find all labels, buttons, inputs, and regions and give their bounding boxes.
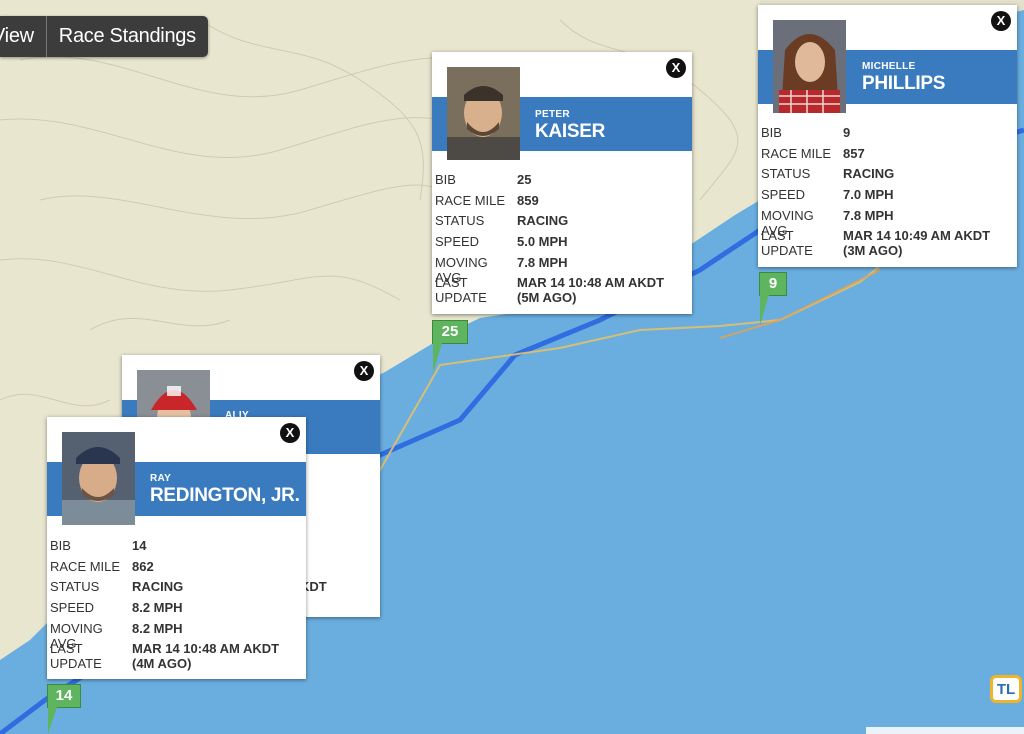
status-value: RACING: [132, 579, 184, 595]
bib-label: BIB: [50, 538, 71, 553]
musher-photo: [773, 20, 846, 113]
map-attribution: [866, 727, 1024, 734]
status-label: STATUS: [761, 166, 811, 182]
speed-value: 5.0 MPH: [517, 234, 568, 250]
marker-pole: [433, 343, 442, 373]
musher-first-name: PETER: [535, 109, 570, 120]
race-mile-value: 857: [843, 145, 865, 161]
close-icon[interactable]: X: [354, 361, 374, 381]
last-update-ago: (3M AGO): [843, 243, 903, 259]
marker-pole: [48, 707, 57, 734]
moving-avg-value: 7.8 MPH: [843, 207, 894, 223]
musher-photo: [447, 67, 520, 160]
close-icon[interactable]: X: [280, 423, 300, 443]
last-update-label: LAST UPDATE: [761, 228, 813, 259]
musher-last-name: REDINGTON, JR.: [150, 485, 300, 506]
race-mile-value: 859: [517, 192, 539, 208]
bib-value: 9: [843, 125, 851, 140]
speed-label: SPEED: [761, 187, 806, 203]
last-update-time: MAR 14 10:48 AM AKDT: [132, 641, 280, 657]
musher-card-phillips: X MICHELLE PHILLIPS BIB 9 RACE MILE 857 ST…: [758, 5, 1017, 267]
race-mile-label: RACE MILE: [761, 145, 832, 161]
map-toolbar: View Race Standings: [0, 16, 208, 57]
musher-first-name: MICHELLE: [862, 61, 916, 72]
bib-value: 14: [132, 538, 147, 553]
last-update-label: LAST UPDATE: [435, 275, 487, 306]
speed-label: SPEED: [435, 234, 480, 250]
last-update-time: MAR 14 10:48 AM AKDT: [517, 275, 665, 291]
race-standings-button[interactable]: Race Standings: [47, 16, 208, 57]
musher-last-name: KAISER: [535, 121, 605, 142]
status-label: STATUS: [435, 213, 485, 229]
musher-card-kaiser: X PETER KAISER BIB 25 RACE MILE 859 STATUS…: [432, 52, 692, 314]
moving-avg-value: 7.8 MPH: [517, 254, 568, 270]
close-icon[interactable]: X: [666, 58, 686, 78]
bib-label: BIB: [435, 172, 456, 187]
speed-label: SPEED: [50, 600, 95, 616]
race-mile-label: RACE MILE: [435, 192, 506, 208]
speed-value: 7.0 MPH: [843, 187, 894, 203]
musher-first-name: RAY: [150, 473, 172, 484]
musher-marker-25[interactable]: 25: [432, 320, 468, 344]
marker-pole: [760, 295, 769, 325]
musher-stats: BIB 25 RACE MILE 859 STATUS RACING SPEED 5.0…: [435, 172, 664, 305]
race-mile-label: RACE MILE: [50, 558, 121, 574]
status-label: STATUS: [50, 579, 100, 595]
status-value: RACING: [843, 166, 895, 182]
musher-stats: BIB 9 RACE MILE 857 STATUS RACING SPEED 7.0 …: [761, 125, 990, 258]
musher-last-name: PHILLIPS: [862, 73, 946, 94]
speed-value: 8.2 MPH: [132, 600, 183, 616]
musher-photo: [62, 432, 135, 525]
last-update-value: MAR 14 10:49 AM AKDT (3M AGO): [843, 228, 990, 258]
musher-marker-14[interactable]: 14: [47, 684, 81, 708]
bib-label: BIB: [761, 125, 782, 140]
trackleaders-logo[interactable]: TL: [990, 675, 1022, 703]
last-update-ago: (5M AGO): [517, 290, 577, 306]
view-button[interactable]: View: [0, 16, 47, 57]
last-update-label: LAST UPDATE: [50, 641, 102, 672]
last-update-time: MAR 14 10:49 AM AKDT: [843, 228, 991, 244]
status-value: RACING: [517, 213, 569, 229]
last-update-value: MAR 14 10:48 AM AKDT (5M AGO): [517, 275, 664, 305]
musher-card-redington: X RAY REDINGTON, JR. BIB 14 RACE MILE 862 …: [47, 417, 306, 679]
last-update-ago: (4M AGO): [132, 656, 192, 672]
musher-stats: BIB 14 RACE MILE 862 STATUS RACING SPEED 8.2…: [50, 538, 279, 671]
close-icon[interactable]: X: [991, 11, 1011, 31]
last-update-value: MAR 14 10:48 AM AKDT (4M AGO): [132, 641, 279, 671]
race-mile-value: 862: [132, 558, 154, 574]
moving-avg-value: 8.2 MPH: [132, 620, 183, 636]
musher-marker-9[interactable]: 9: [759, 272, 787, 296]
bib-value: 25: [517, 172, 532, 187]
